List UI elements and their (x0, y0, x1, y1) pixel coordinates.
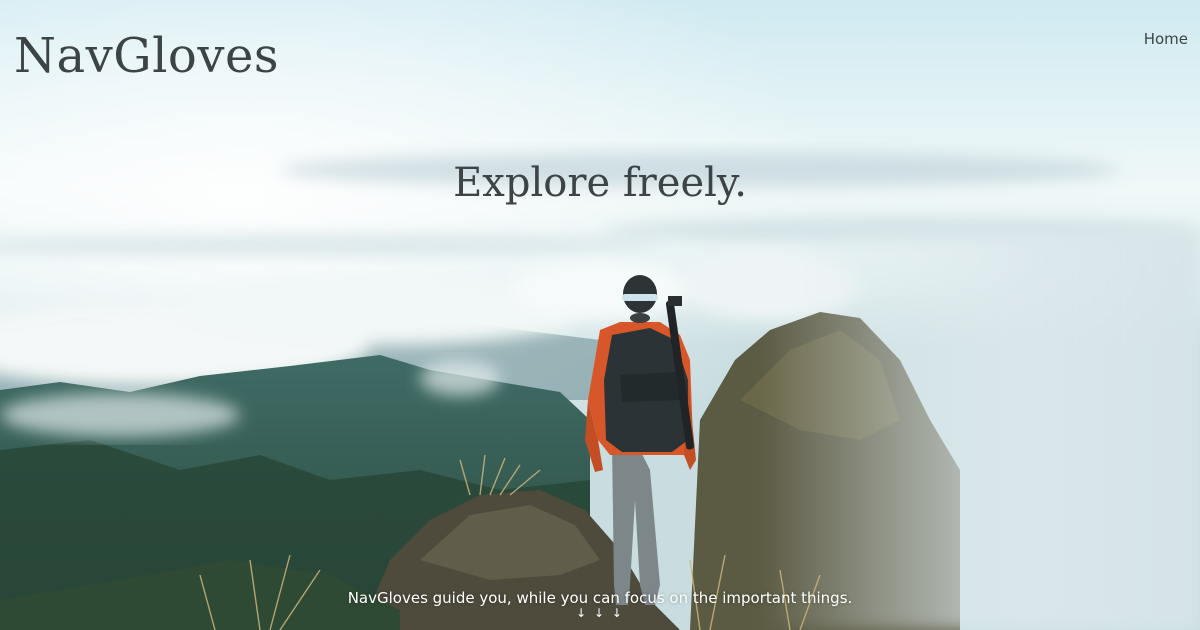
hero-section: NavGloves Home Explore freely. NavGloves… (0, 0, 1200, 630)
hero-headline: Explore freely. (453, 160, 747, 206)
nav-home-link[interactable]: Home (1144, 30, 1188, 48)
scroll-down-arrows-icon[interactable]: ↓ ↓ ↓ (0, 606, 1200, 620)
hero-background-image (0, 0, 1200, 630)
brand-logo-title[interactable]: NavGloves (14, 28, 279, 84)
hero-subline: NavGloves guide you, while you can focus… (347, 589, 853, 607)
